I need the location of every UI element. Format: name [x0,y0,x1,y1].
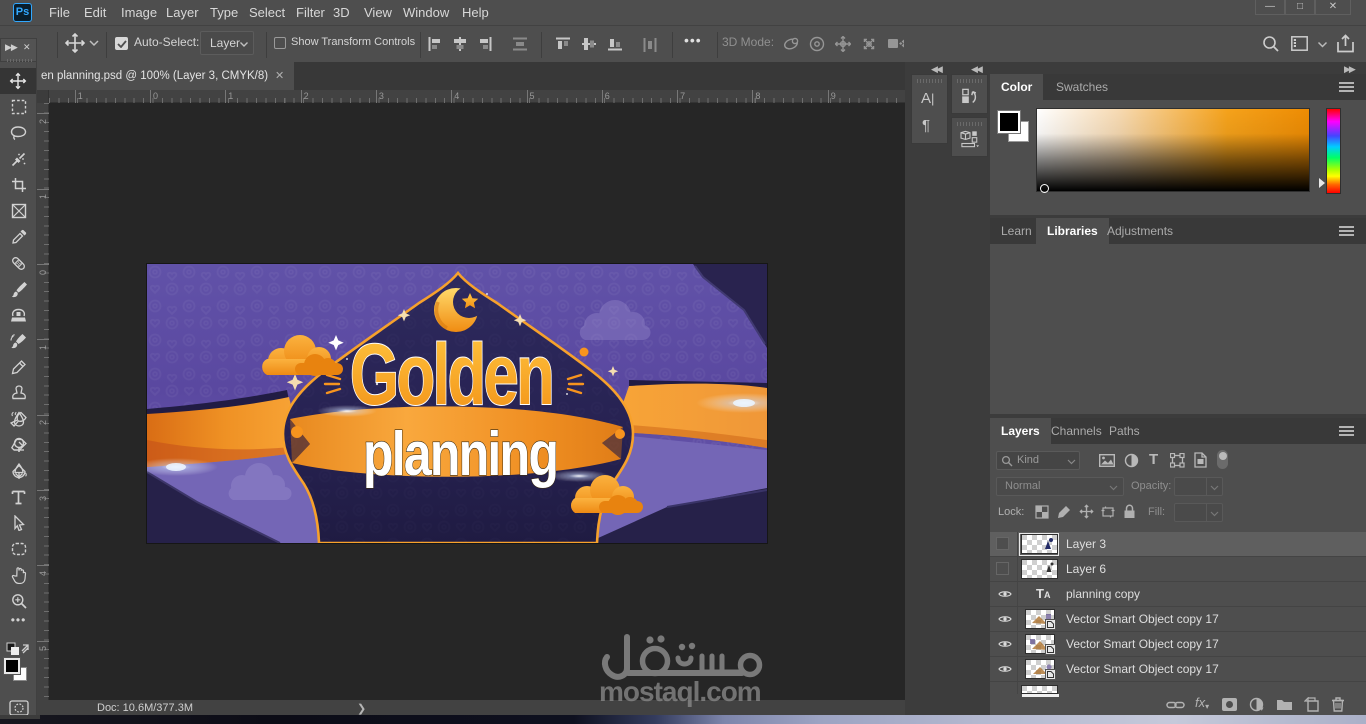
svg-text:planning: planning [363,419,557,488]
svg-text:▾: ▾ [1260,706,1264,712]
svg-text:Golden: Golden [350,326,552,423]
